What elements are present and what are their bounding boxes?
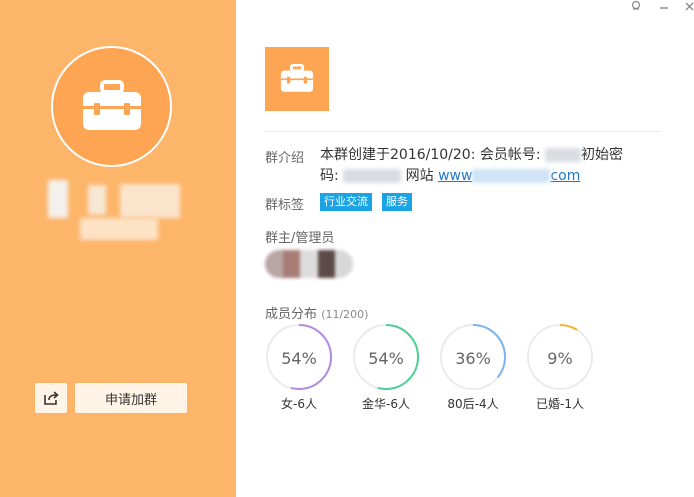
- members-title: 成员分布 (11/200): [265, 303, 368, 322]
- member-stat: 54% 女-6人: [265, 323, 333, 412]
- members-title-text: 成员分布: [265, 307, 318, 322]
- group-name-redacted: [120, 184, 180, 218]
- group-icon: [265, 47, 329, 111]
- stat-label: 金华-6人: [362, 397, 410, 411]
- briefcase-icon: [280, 64, 314, 92]
- intro-text: 码:: [320, 168, 344, 184]
- stat-percent: 54%: [368, 349, 404, 368]
- admin-avatars[interactable]: [265, 250, 353, 278]
- stat-percent: 9%: [547, 349, 573, 368]
- member-stat: 9% 已婚-1人: [526, 323, 594, 412]
- close-icon[interactable]: [685, 0, 694, 14]
- intro-text: 网站: [401, 168, 439, 184]
- minimize-icon[interactable]: [659, 1, 669, 15]
- briefcase-icon: [82, 79, 141, 130]
- intro-text: 初始密: [581, 147, 624, 163]
- tag-service[interactable]: 服务: [382, 193, 412, 211]
- share-button[interactable]: [35, 383, 67, 413]
- members-count: (11/200): [321, 308, 369, 321]
- website-link[interactable]: www com: [438, 168, 580, 184]
- divider: [265, 131, 660, 132]
- group-profile-panel: 申请加群: [0, 0, 236, 497]
- stat-label: 80后-4人: [447, 397, 499, 411]
- intro-text: 本群创建于2016/10/20: 会员帐号:: [320, 147, 546, 163]
- skin-icon[interactable]: [630, 0, 642, 14]
- group-name-redacted: [88, 185, 106, 215]
- member-stat: 54% 金华-6人: [352, 323, 420, 412]
- group-intro: 本群创建于2016/10/20: 会员帐号: 初始密 码: 网站 www com: [320, 145, 660, 187]
- stat-percent: 36%: [455, 349, 491, 368]
- group-id-redacted: [80, 218, 158, 240]
- stat-label: 已婚-1人: [536, 397, 584, 411]
- redacted: [343, 169, 402, 183]
- join-group-button[interactable]: 申请加群: [75, 383, 187, 413]
- member-stat: 36% 80后-4人: [439, 323, 507, 412]
- group-avatar: [51, 46, 172, 167]
- share-icon: [44, 391, 59, 405]
- tag-industry[interactable]: 行业交流: [320, 193, 372, 211]
- stat-percent: 54%: [281, 349, 317, 368]
- intro-label: 群介绍: [265, 151, 305, 166]
- tags-label: 群标签: [265, 198, 305, 213]
- stat-label: 女-6人: [281, 397, 317, 411]
- group-name-redacted: [48, 180, 68, 218]
- redacted: [545, 148, 582, 162]
- admins-label: 群主/管理员: [265, 231, 335, 246]
